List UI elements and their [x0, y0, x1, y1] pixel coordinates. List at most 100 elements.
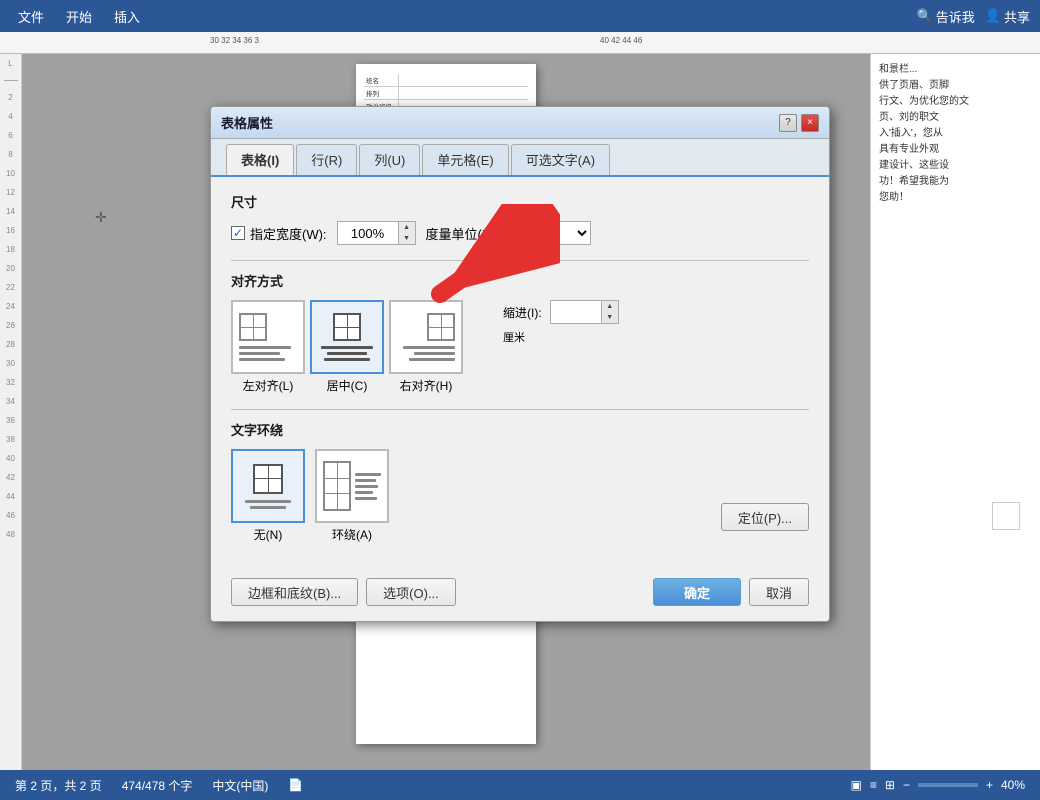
wrap-none-option: 无(N) [231, 449, 305, 543]
separator-1 [231, 260, 809, 261]
wrap-around-option: 环绕(A) [315, 449, 389, 543]
zoom-level: 40% [1001, 778, 1025, 792]
table-properties-dialog: 表格属性 ? × 表格(I) 行(R) 列(U) 单元格(E) 可选文字(A) [210, 106, 830, 622]
menu-file[interactable]: 文件 [8, 3, 54, 30]
indent-spinner: ▲ ▼ [601, 301, 618, 323]
unit-select-container: 百分比 厘米 [511, 221, 591, 245]
tab-column[interactable]: 列(U) [359, 144, 420, 175]
alignment-section-title: 对齐方式 [231, 271, 809, 290]
unit-select[interactable]: 百分比 厘米 [511, 221, 591, 245]
wrap-none-label: 无(N) [254, 526, 283, 543]
dialog-title-controls: ? × [779, 114, 819, 132]
size-section-title: 尺寸 [231, 192, 809, 211]
app-background: 文件 开始 插入 🔍 告诉我 👤 共享 30 32 34 36 3 40 42 … [0, 0, 1040, 800]
align-right-box[interactable] [389, 300, 463, 374]
indent-label: 缩进(I): [503, 304, 542, 321]
align-right-label: 右对齐(H) [400, 377, 453, 394]
table-grid-icon [333, 313, 361, 341]
language: 中文(中国) [212, 777, 268, 794]
unit-label: 度量单位(M): [426, 224, 501, 243]
width-decrement-btn[interactable]: ▼ [399, 233, 415, 244]
dialog-footer: 边框和底纹(B)... 选项(O)... 确定 取消 [211, 568, 829, 621]
indent-section: 缩进(I): ▲ ▼ 厘米 [503, 300, 619, 345]
border-shading-button[interactable]: 边框和底纹(B)... [231, 578, 358, 606]
table-grid-icon [427, 313, 455, 341]
align-center-label: 居中(C) [327, 377, 368, 394]
ruler-num-30: 30 32 34 36 3 [210, 36, 259, 45]
footer-left-buttons: 边框和底纹(B)... 选项(O)... [231, 578, 645, 606]
ruler-num-40: 40 42 44 46 [600, 36, 642, 45]
tab-table[interactable]: 表格(I) [226, 144, 294, 175]
width-label: 指定宽度(W): [250, 224, 327, 243]
search-icon: 🔍 [917, 8, 933, 24]
indent-unit: 厘米 [503, 329, 619, 345]
indent-input-container: ▲ ▼ [550, 300, 619, 324]
alignment-area: 左对齐(L) [231, 300, 809, 399]
dialog-overlay: 表格属性 ? × 表格(I) 行(R) 列(U) 单元格(E) 可选文字(A) [0, 86, 1040, 740]
top-right-controls: 🔍 告诉我 👤 共享 [917, 0, 1040, 32]
tab-cell[interactable]: 单元格(E) [422, 144, 508, 175]
align-left-option: 左对齐(L) [231, 300, 305, 394]
menu-home[interactable]: 开始 [56, 3, 102, 30]
page-info: 第 2 页，共 2 页 [15, 777, 102, 794]
width-checkbox-label[interactable]: ✓ 指定宽度(W): [231, 224, 327, 243]
share-btn[interactable]: 👤 共享 [985, 7, 1030, 26]
align-center-option: 居中(C) [310, 300, 384, 394]
position-btn-container: 定位(P)... [721, 503, 809, 531]
width-input-container: ▲ ▼ [337, 221, 416, 245]
wrap-around-box[interactable] [315, 449, 389, 523]
wrap-section-title: 文字环绕 [231, 420, 809, 439]
ok-button[interactable]: 确定 [653, 578, 741, 606]
dialog-help-button[interactable]: ? [779, 114, 797, 132]
dialog-close-button[interactable]: × [801, 114, 819, 132]
size-row: ✓ 指定宽度(W): ▲ ▼ 度量单位(M): [231, 221, 809, 245]
view-icon-3[interactable]: ⊞ [885, 778, 895, 792]
width-input[interactable] [338, 222, 398, 244]
view-icon-2[interactable]: ≡ [870, 778, 877, 792]
status-right: ▣ ≡ ⊞ − + 40% [851, 778, 1025, 792]
alignment-options-row: 左对齐(L) [231, 300, 463, 394]
indent-decrement-btn[interactable]: ▼ [602, 312, 618, 323]
indent-row: 缩进(I): ▲ ▼ [503, 300, 619, 324]
zoom-plus[interactable]: + [986, 778, 993, 792]
view-icon-1[interactable]: ▣ [851, 778, 862, 792]
options-button[interactable]: 选项(O)... [366, 578, 456, 606]
zoom-minus[interactable]: − [903, 778, 910, 792]
word-count: 474/478 个字 [122, 777, 193, 794]
doc-icon: 📄 [288, 778, 303, 792]
wrap-none-box[interactable] [231, 449, 305, 523]
align-right-option: 右对齐(H) [389, 300, 463, 394]
align-left-label: 左对齐(L) [243, 377, 294, 394]
menu-bar: 文件 开始 插入 🔍 告诉我 👤 共享 [0, 0, 1040, 32]
indent-increment-btn[interactable]: ▲ [602, 301, 618, 312]
table-cell-label: 班名 [364, 74, 399, 86]
table-cell-value [399, 74, 528, 86]
tab-row[interactable]: 行(R) [296, 144, 357, 175]
dialog-tabs: 表格(I) 行(R) 列(U) 单元格(E) 可选文字(A) [211, 139, 829, 177]
cancel-button[interactable]: 取消 [749, 578, 809, 606]
width-checkbox[interactable]: ✓ [231, 226, 245, 240]
separator-2 [231, 409, 809, 410]
wrap-around-label: 环绕(A) [332, 526, 372, 543]
tell-me-btn[interactable]: 🔍 告诉我 [917, 7, 975, 26]
dialog-body: 尺寸 ✓ 指定宽度(W): ▲ ▼ 度 [211, 177, 829, 568]
width-spinner: ▲ ▼ [398, 222, 415, 244]
zoom-bar[interactable] [918, 783, 978, 787]
align-center-box[interactable] [310, 300, 384, 374]
menu-insert[interactable]: 插入 [104, 3, 150, 30]
width-increment-btn[interactable]: ▲ [399, 222, 415, 233]
wrap-none-table-icon [253, 464, 283, 494]
dialog-title: 表格属性 [221, 113, 273, 132]
tab-alt-text[interactable]: 可选文字(A) [511, 144, 610, 175]
content-area: L 2 4 6 8 10 12 14 16 18 20 22 24 26 28 … [0, 54, 1040, 770]
wrap-area: 无(N) [231, 449, 809, 553]
person-icon: 👤 [985, 8, 1001, 24]
ruler-v-l: L [0, 59, 21, 68]
wrap-table-icon [323, 461, 351, 511]
align-left-box[interactable] [231, 300, 305, 374]
position-button[interactable]: 定位(P)... [721, 503, 809, 531]
ruler-horizontal: 30 32 34 36 3 40 42 44 46 [0, 32, 1040, 54]
dialog-titlebar: 表格属性 ? × [211, 107, 829, 139]
indent-input[interactable] [551, 301, 601, 323]
table-grid-icon [239, 313, 267, 341]
